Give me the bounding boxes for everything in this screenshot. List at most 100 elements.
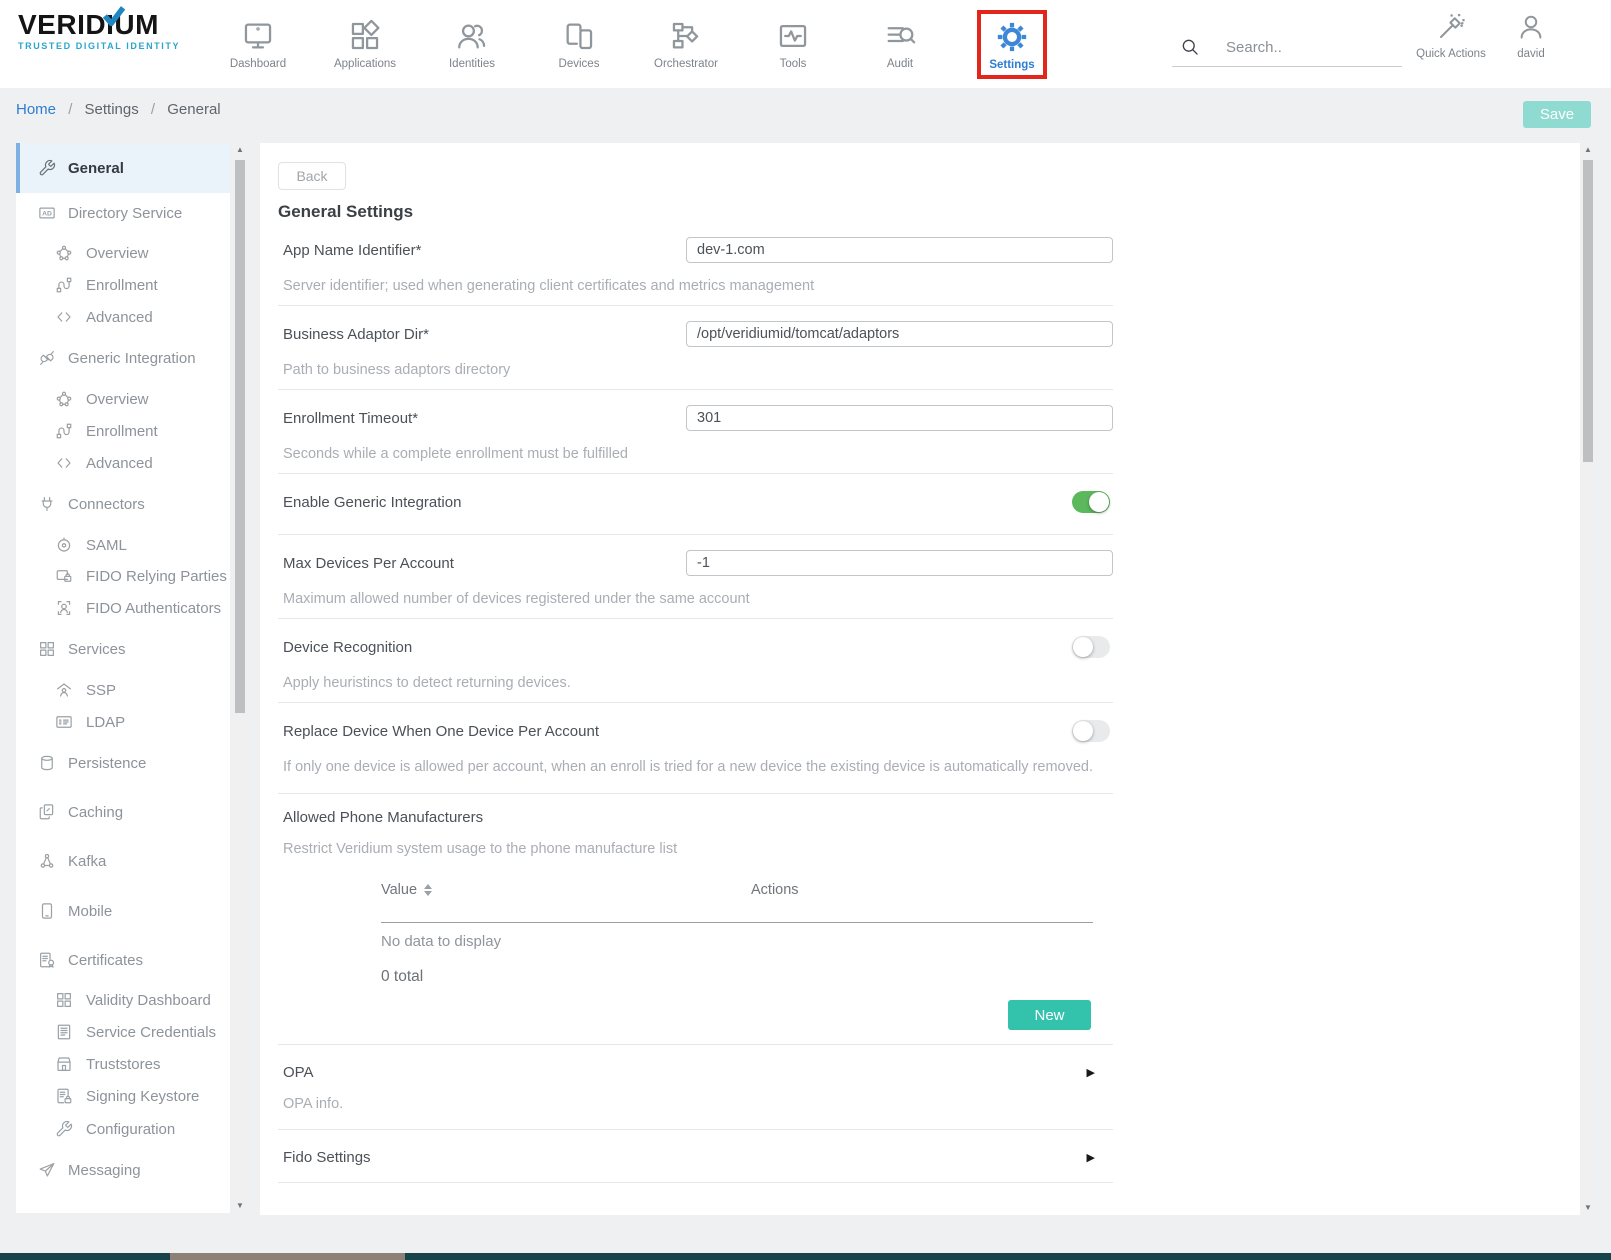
- sidebar-item-advanced[interactable]: Advanced: [16, 447, 230, 479]
- document-icon: [55, 1023, 73, 1041]
- nav-item-identities[interactable]: Identities: [424, 19, 520, 70]
- user-menu[interactable]: david: [1505, 12, 1557, 60]
- doc-lock-icon: [55, 1087, 73, 1105]
- allowed-phone-manufacturers-helper: Restrict Veridium system usage to the ph…: [278, 838, 1113, 860]
- network-icon: [55, 390, 73, 408]
- tools-icon: [776, 19, 810, 53]
- content-scrollbar-thumb[interactable]: [1583, 160, 1593, 462]
- sidebar-item-messaging[interactable]: Messaging: [16, 1154, 230, 1186]
- sidebar-item-directory-service[interactable]: ADDirectory Service: [16, 197, 230, 229]
- business-adaptor-dir-input[interactable]: [686, 321, 1113, 347]
- new-manufacturer-button[interactable]: New: [1008, 1000, 1091, 1030]
- sidebar-item-persistence[interactable]: Persistence: [16, 747, 230, 779]
- sidebar-item-label: General: [68, 160, 124, 177]
- nav-item-label: Devices: [559, 58, 600, 70]
- home-user-icon: [55, 681, 73, 699]
- grid-icon: [38, 640, 56, 658]
- nav-item-tools[interactable]: Tools: [745, 19, 841, 70]
- fido-settings-section-row[interactable]: Fido Settings ▶: [278, 1130, 1113, 1183]
- nav-item-audit[interactable]: Audit: [852, 19, 948, 70]
- breadcrumb-separator: /: [151, 101, 155, 118]
- manufacturers-table: Value Actions No data to display 0 total: [381, 882, 1113, 986]
- sidebar-item-general[interactable]: General: [16, 143, 230, 193]
- device-recognition-toggle[interactable]: [1072, 636, 1110, 658]
- sidebar-item-caching[interactable]: Caching: [16, 796, 230, 828]
- sidebar-item-truststores[interactable]: Truststores: [16, 1048, 230, 1080]
- sidebar-item-label: Overview: [86, 391, 149, 408]
- enrollment-timeout-input[interactable]: [686, 405, 1113, 431]
- max-devices-input[interactable]: [686, 550, 1113, 576]
- nav-item-label: Orchestrator: [654, 58, 718, 70]
- field-row-max-devices: Max Devices Per Account Maximum allowed …: [278, 535, 1113, 619]
- breadcrumb-home-link[interactable]: Home: [16, 101, 56, 118]
- sidebar-item-mobile[interactable]: Mobile: [16, 895, 230, 927]
- sidebar-item-certificates[interactable]: Certificates: [16, 944, 230, 976]
- sidebar-item-signing-keystore[interactable]: Signing Keystore: [16, 1080, 230, 1112]
- sidebar-item-fido-authenticators[interactable]: FIDO Authenticators: [16, 592, 230, 624]
- sidebar-item-ssp[interactable]: SSP: [16, 674, 230, 706]
- nav-item-devices[interactable]: Devices: [531, 19, 627, 70]
- scroll-up-icon[interactable]: ▲: [234, 143, 246, 157]
- toggle-knob: [1073, 637, 1093, 657]
- nav-item-label: Dashboard: [230, 58, 286, 70]
- nav-item-orchestrator[interactable]: Orchestrator: [638, 19, 734, 70]
- max-devices-helper: Maximum allowed number of devices regist…: [278, 588, 1113, 610]
- table-header-value[interactable]: Value: [381, 882, 751, 898]
- copy-icon: [38, 803, 56, 821]
- sidebar-item-overview[interactable]: Overview: [16, 237, 230, 269]
- sidebar-item-advanced[interactable]: Advanced: [16, 301, 230, 333]
- sidebar-item-fido-relying-parties[interactable]: FIDO Relying Parties: [16, 560, 230, 592]
- quick-actions-button[interactable]: Quick Actions: [1408, 12, 1494, 60]
- field-row-enable-generic-integration: Enable Generic Integration: [278, 474, 1113, 535]
- nav-item-label: Applications: [334, 58, 396, 70]
- sidebar-item-generic-integration[interactable]: Generic Integration: [16, 342, 230, 374]
- sidebar-item-configuration[interactable]: Configuration: [16, 1113, 230, 1145]
- scroll-up-icon[interactable]: ▲: [1582, 143, 1594, 157]
- horizontal-scrollbar-thumb[interactable]: [170, 1253, 405, 1260]
- enable-generic-integration-toggle[interactable]: [1072, 491, 1110, 513]
- sidebar-item-connectors[interactable]: Connectors: [16, 488, 230, 520]
- breadcrumb-general: General: [167, 101, 220, 118]
- certificate-icon: [38, 951, 56, 969]
- scroll-down-icon[interactable]: ▼: [1582, 1201, 1594, 1215]
- save-button[interactable]: Save: [1523, 101, 1591, 128]
- sidebar-item-enrollment[interactable]: Enrollment: [16, 415, 230, 447]
- search-input[interactable]: [1224, 38, 1388, 57]
- network-icon: [55, 244, 73, 262]
- sidebar-item-saml[interactable]: SAML: [16, 529, 230, 561]
- app-name-identifier-input[interactable]: [686, 237, 1113, 263]
- expand-right-icon: ▶: [1087, 1066, 1095, 1079]
- sidebar-item-overview[interactable]: Overview: [16, 383, 230, 415]
- nav-item-dashboard[interactable]: Dashboard: [210, 19, 306, 70]
- sidebar-item-ldap[interactable]: LDAP: [16, 706, 230, 738]
- audit-icon: [883, 19, 917, 53]
- sidebar-item-service-credentials[interactable]: Service Credentials: [16, 1016, 230, 1048]
- sidebar-item-label: Directory Service: [68, 205, 182, 222]
- store-icon: [55, 1055, 73, 1073]
- sidebar-item-kafka[interactable]: Kafka: [16, 845, 230, 877]
- sidebar-item-services[interactable]: Services: [16, 633, 230, 665]
- horizontal-scrollbar-track[interactable]: [0, 1253, 1611, 1260]
- fido-settings-label: Fido Settings: [278, 1149, 371, 1166]
- scroll-down-icon[interactable]: ▼: [234, 1199, 246, 1213]
- veridium-logo[interactable]: VERIDIUM TRUSTED DIGITAL IDENTITY: [18, 10, 208, 51]
- sidebar-scrollbar-thumb[interactable]: [235, 160, 245, 713]
- nav-item-settings[interactable]: Settings: [977, 10, 1047, 79]
- back-button[interactable]: Back: [278, 162, 346, 190]
- nav-item-label: Tools: [780, 58, 807, 70]
- nav-item-label: Settings: [989, 59, 1034, 71]
- nav-item-applications[interactable]: Applications: [317, 19, 413, 70]
- content-scrollbar[interactable]: ▲ ▼: [1582, 143, 1594, 1215]
- breadcrumb-settings: Settings: [85, 101, 139, 118]
- opa-label: OPA: [278, 1064, 314, 1081]
- top-navigation-bar: VERIDIUM TRUSTED DIGITAL IDENTITY Dashbo…: [0, 0, 1611, 88]
- replace-device-toggle[interactable]: [1072, 720, 1110, 742]
- sidebar-item-label: SSP: [86, 682, 116, 699]
- sidebar-item-validity-dashboard[interactable]: Validity Dashboard: [16, 984, 230, 1016]
- expand-right-icon: ▶: [1087, 1151, 1095, 1164]
- sidebar-scrollbar[interactable]: ▲ ▼: [234, 143, 246, 1213]
- business-adaptor-dir-helper: Path to business adaptors directory: [278, 359, 1113, 381]
- enrollment-timeout-label: Enrollment Timeout*: [278, 410, 418, 427]
- sidebar-item-enrollment[interactable]: Enrollment: [16, 269, 230, 301]
- opa-section-row[interactable]: OPA ▶ OPA info.: [278, 1045, 1113, 1130]
